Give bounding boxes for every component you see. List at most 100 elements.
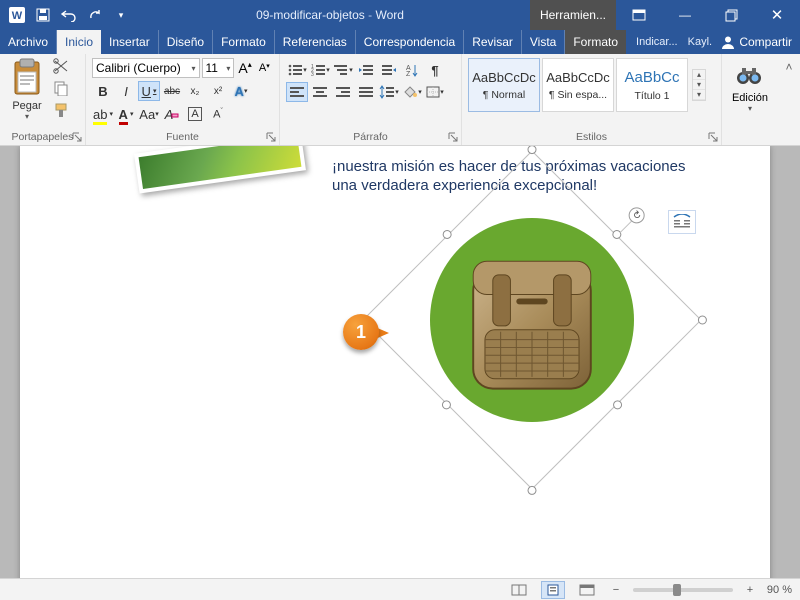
- web-layout-view-button[interactable]: [575, 581, 599, 599]
- minimize-glyph: —: [679, 8, 691, 22]
- find-button[interactable]: [735, 64, 765, 90]
- minimize-button[interactable]: —: [662, 0, 708, 30]
- style-normal[interactable]: AaBbCcDc ¶ Normal: [468, 58, 540, 112]
- tell-me-area[interactable]: Indicar... Kayl...: [626, 30, 713, 54]
- align-center-button[interactable]: [309, 82, 331, 102]
- multilevel-list-button[interactable]: ▾: [332, 60, 354, 80]
- qat-undo-icon[interactable]: [58, 4, 80, 26]
- photo-thumbnail[interactable]: [134, 146, 306, 193]
- font-color-button[interactable]: A▾: [115, 104, 137, 124]
- font-size-value: 11: [206, 61, 218, 75]
- zoom-out-button[interactable]: −: [609, 584, 623, 596]
- paste-button[interactable]: Pegar ▾: [6, 58, 48, 121]
- cut-button[interactable]: [52, 58, 72, 76]
- numbering-button[interactable]: 123▾: [309, 60, 331, 80]
- gallery-more-icon[interactable]: ▾: [693, 90, 705, 100]
- grow-font-button[interactable]: A▴: [236, 58, 253, 78]
- print-layout-view-button[interactable]: [541, 581, 565, 599]
- style-no-spacing[interactable]: AaBbCcDc ¶ Sin espa...: [542, 58, 614, 112]
- subscript-button[interactable]: x₂: [184, 81, 206, 101]
- decrease-indent-button[interactable]: [355, 60, 377, 80]
- borders-button[interactable]: ▾: [424, 82, 446, 102]
- editing-dropdown-icon: ▾: [748, 104, 752, 113]
- change-case-button[interactable]: Aa▾: [138, 104, 160, 124]
- close-glyph: ✕: [771, 6, 784, 24]
- tab-view[interactable]: Vista: [522, 30, 565, 54]
- signed-in-user: Kayl...: [688, 36, 714, 48]
- font-name-combo[interactable]: Calibri (Cuerpo)▾: [92, 58, 200, 78]
- landscape-photo-icon: [139, 146, 302, 189]
- svg-text:W: W: [12, 10, 23, 22]
- borders-icon: [426, 86, 440, 98]
- superscript-button[interactable]: x²: [207, 81, 229, 101]
- zoom-slider-thumb[interactable]: [673, 584, 681, 596]
- format-painter-button[interactable]: [52, 102, 72, 120]
- tab-insert[interactable]: Insertar: [101, 30, 159, 54]
- callout-number: 1: [356, 322, 366, 343]
- restore-button[interactable]: [708, 0, 754, 30]
- shading-button[interactable]: ▾: [401, 82, 423, 102]
- style-name: ¶ Sin espa...: [549, 89, 607, 101]
- phonetic-guide-button[interactable]: Aˇ: [207, 104, 229, 124]
- copy-button[interactable]: [52, 80, 72, 98]
- tab-file[interactable]: Archivo: [0, 30, 57, 54]
- text-effects-button[interactable]: A▾: [230, 81, 252, 101]
- line-spacing-button[interactable]: ▾: [378, 82, 400, 102]
- document-workspace[interactable]: ¡nuestra misión es hacer de tus próximas…: [0, 146, 800, 578]
- font-size-combo[interactable]: 11▾: [202, 58, 235, 78]
- tab-design[interactable]: Diseño: [159, 30, 213, 54]
- group-clipboard: Pegar ▾ Portapapeles: [0, 54, 86, 145]
- tab-mailings[interactable]: Correspondencia: [356, 30, 464, 54]
- zoom-slider[interactable]: [633, 588, 733, 592]
- svg-text:Z: Z: [406, 71, 411, 77]
- share-label: Compartir: [739, 35, 792, 49]
- svg-text:3: 3: [311, 72, 314, 77]
- paragraph-dialog-launcher[interactable]: [448, 132, 458, 142]
- qat-save-icon[interactable]: [32, 4, 54, 26]
- close-button[interactable]: ✕: [754, 0, 800, 30]
- character-border-button[interactable]: A: [184, 104, 206, 124]
- styles-dialog-launcher[interactable]: [708, 132, 718, 142]
- gallery-up-icon[interactable]: ▴: [693, 70, 705, 80]
- justify-button[interactable]: [355, 82, 377, 102]
- clipboard-dialog-launcher[interactable]: [72, 132, 82, 142]
- group-editing: Edición ▾: [722, 54, 778, 145]
- align-left-button[interactable]: [286, 82, 308, 102]
- style-heading1[interactable]: AaBbCc Título 1: [616, 58, 688, 112]
- gallery-down-icon[interactable]: ▾: [693, 80, 705, 90]
- read-mode-view-button[interactable]: [507, 581, 531, 599]
- tab-picture-format[interactable]: Formato: [565, 30, 626, 54]
- layout-options-button[interactable]: [668, 210, 696, 234]
- qat-customize-dropdown[interactable]: ▾: [110, 4, 132, 26]
- zoom-level-label[interactable]: 90 %: [767, 584, 792, 596]
- share-button[interactable]: Compartir: [713, 30, 800, 54]
- align-right-button[interactable]: [332, 82, 354, 102]
- tab-review[interactable]: Revisar: [464, 30, 522, 54]
- increase-indent-button[interactable]: [378, 60, 400, 80]
- window-buttons: — ✕: [616, 0, 800, 30]
- tab-references[interactable]: Referencias: [275, 30, 356, 54]
- paste-dropdown-icon: ▾: [6, 112, 48, 121]
- styles-gallery: AaBbCcDc ¶ Normal AaBbCcDc ¶ Sin espa...…: [468, 58, 688, 112]
- tab-layout[interactable]: Formato: [213, 30, 275, 54]
- zoom-in-button[interactable]: +: [743, 584, 757, 596]
- highlight-button[interactable]: ab▾: [92, 104, 114, 124]
- strikethrough-button[interactable]: abc: [161, 81, 183, 101]
- tab-home[interactable]: Inicio: [57, 30, 101, 54]
- underline-button[interactable]: U▾: [138, 81, 160, 101]
- ribbon-display-options-icon[interactable]: [616, 0, 662, 30]
- bold-button[interactable]: B: [92, 81, 114, 101]
- sort-button[interactable]: AZ: [401, 60, 423, 80]
- collapse-ribbon-button[interactable]: ˄: [778, 54, 800, 145]
- selected-picture-object[interactable]: ↻: [412, 200, 652, 440]
- italic-button[interactable]: I: [115, 81, 137, 101]
- style-preview: AaBbCcDc: [546, 70, 610, 85]
- clear-formatting-button[interactable]: A: [161, 104, 183, 124]
- shrink-font-button[interactable]: A▾: [256, 58, 273, 78]
- qat-redo-icon[interactable]: [84, 4, 106, 26]
- binoculars-icon: [735, 64, 763, 88]
- show-marks-button[interactable]: ¶: [424, 60, 446, 80]
- word-app-icon[interactable]: W: [6, 4, 28, 26]
- bullets-button[interactable]: ▾: [286, 60, 308, 80]
- font-dialog-launcher[interactable]: [266, 132, 276, 142]
